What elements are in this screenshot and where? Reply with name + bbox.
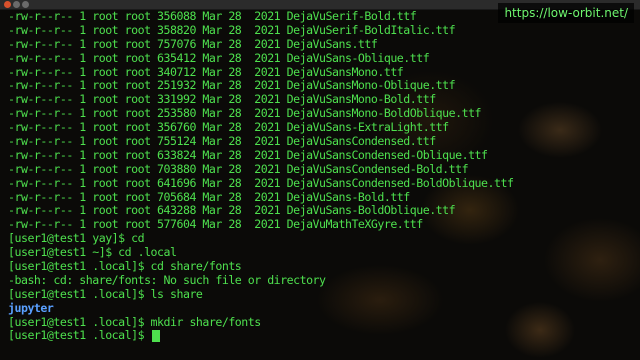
website-watermark: https://low-orbit.net/	[498, 3, 634, 23]
file-line: -rw-r--r-- 1 root root 633824 Mar 28 202…	[8, 147, 488, 162]
maximize-window-icon[interactable]	[22, 1, 29, 8]
command-line: [user1@test1 yay]$ cd	[8, 231, 145, 246]
file-line: -rw-r--r-- 1 root root 755124 Mar 28 202…	[8, 134, 436, 149]
prompt-text: [user1@test1 .local]$	[8, 328, 151, 343]
file-line: -rw-r--r-- 1 root root 703880 Mar 28 202…	[8, 161, 469, 176]
terminal-output[interactable]: -rw-r--r-- 1 root root 356088 Mar 28 202…	[8, 9, 640, 360]
close-window-icon[interactable]	[4, 1, 11, 8]
command-line: [user1@test1 .local]$ ls share	[8, 286, 203, 301]
command-line: [user1@test1 ~]$ cd .local	[8, 245, 177, 260]
current-prompt-line[interactable]: [user1@test1 .local]$	[8, 329, 640, 343]
file-line: -rw-r--r-- 1 root root 356760 Mar 28 202…	[8, 120, 449, 135]
file-line: -rw-r--r-- 1 root root 705684 Mar 28 202…	[8, 189, 410, 204]
file-listing: -rw-r--r-- 1 root root 356088 Mar 28 202…	[8, 9, 640, 232]
file-line: -rw-r--r-- 1 root root 641696 Mar 28 202…	[8, 175, 514, 190]
file-line: -rw-r--r-- 1 root root 358820 Mar 28 202…	[8, 22, 456, 37]
file-line: -rw-r--r-- 1 root root 643288 Mar 28 202…	[8, 203, 456, 218]
cursor-block	[151, 329, 160, 342]
file-line: -rw-r--r-- 1 root root 331992 Mar 28 202…	[8, 92, 436, 107]
command-line: [user1@test1 .local]$ cd share/fonts	[8, 259, 242, 274]
file-line: -rw-r--r-- 1 root root 340712 Mar 28 202…	[8, 64, 404, 79]
file-line: -rw-r--r-- 1 root root 757076 Mar 28 202…	[8, 36, 378, 51]
minimize-window-icon[interactable]	[13, 1, 20, 8]
command-line: [user1@test1 .local]$ mkdir share/fonts	[8, 314, 261, 329]
file-line: -rw-r--r-- 1 root root 635412 Mar 28 202…	[8, 50, 430, 65]
file-line: -rw-r--r-- 1 root root 253580 Mar 28 202…	[8, 106, 482, 121]
file-line: -rw-r--r-- 1 root root 251932 Mar 28 202…	[8, 78, 456, 93]
directory-entry: jupyter	[8, 300, 54, 315]
file-line: -rw-r--r-- 1 root root 577604 Mar 28 202…	[8, 217, 423, 232]
error-line: -bash: cd: share/fonts: No such file or …	[8, 272, 326, 287]
